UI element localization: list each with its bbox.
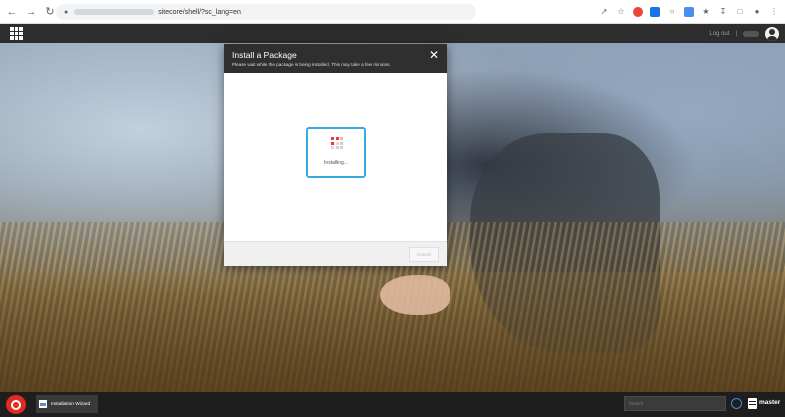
wizard-icon bbox=[39, 400, 47, 408]
address-bar[interactable]: ● sitecore/shell/?sc_lang=en bbox=[56, 4, 476, 20]
database-icon[interactable] bbox=[748, 398, 757, 409]
extension-icons: ↗ ☆ ○ ★ ↧ □ ● ⋮ bbox=[599, 5, 779, 19]
share-icon[interactable]: ↗ bbox=[599, 7, 609, 17]
sidepanel-icon[interactable]: □ bbox=[735, 7, 745, 17]
cancel-button[interactable]: Cancel bbox=[409, 247, 439, 262]
loading-dot bbox=[331, 146, 334, 149]
loading-dot bbox=[331, 137, 334, 140]
reload-icon[interactable]: ↻ bbox=[43, 5, 57, 19]
dialog-body: Installing... bbox=[224, 73, 447, 241]
username-redacted bbox=[743, 30, 759, 37]
profile-icon[interactable]: ● bbox=[752, 7, 762, 17]
loading-dot bbox=[340, 146, 343, 149]
launchpad-grid-icon[interactable] bbox=[10, 27, 23, 40]
loading-dots-icon bbox=[331, 137, 343, 151]
dialog-header: Install a Package Please wait while the … bbox=[224, 44, 447, 73]
extension-blue-icon[interactable] bbox=[684, 7, 694, 17]
globe-icon[interactable] bbox=[731, 398, 742, 409]
taskbar-item-label: Installation Wizard bbox=[51, 401, 91, 407]
loading-dot bbox=[335, 141, 339, 145]
menu-icon[interactable]: ⋮ bbox=[769, 7, 779, 17]
loading-dot bbox=[340, 141, 343, 145]
download-icon[interactable]: ↧ bbox=[718, 7, 728, 17]
extension-red-icon[interactable] bbox=[633, 7, 643, 17]
extension-lock-icon[interactable] bbox=[650, 7, 660, 17]
extension-shield-icon[interactable]: ○ bbox=[667, 7, 677, 17]
loading-dot bbox=[335, 137, 339, 140]
taskbar-search-input[interactable]: Search bbox=[624, 396, 726, 411]
close-icon[interactable]: ✕ bbox=[429, 49, 439, 61]
taskbar-item-installation-wizard[interactable]: Installation Wizard bbox=[36, 395, 98, 413]
forward-icon[interactable]: → bbox=[24, 5, 38, 19]
separator: | bbox=[735, 30, 737, 37]
install-package-dialog: Install a Package Please wait while the … bbox=[224, 44, 447, 266]
dialog-subtitle: Please wait while the package is being i… bbox=[232, 62, 391, 67]
url-host-redacted bbox=[74, 9, 155, 15]
sitecore-topbar: Log out | bbox=[0, 24, 785, 43]
logout-link[interactable]: Log out bbox=[709, 31, 729, 37]
browser-toolbar: ← → ↻ ● sitecore/shell/?sc_lang=en ↗ ☆ ○… bbox=[0, 0, 785, 24]
loading-dot bbox=[335, 146, 339, 149]
progress-label: Installing... bbox=[324, 160, 348, 166]
back-icon[interactable]: ← bbox=[5, 5, 19, 19]
bookmark-star-icon[interactable]: ☆ bbox=[616, 7, 626, 17]
loading-dot bbox=[340, 137, 343, 140]
progress-indicator: Installing... bbox=[306, 127, 366, 178]
dialog-footer: Cancel bbox=[224, 241, 447, 266]
taskbar: Installation Wizard Search master bbox=[0, 392, 785, 417]
background-hand bbox=[380, 275, 450, 315]
url-text: sitecore/shell/?sc_lang=en bbox=[158, 8, 241, 16]
sitecore-start-icon[interactable] bbox=[6, 395, 26, 414]
database-label[interactable]: master bbox=[759, 399, 780, 406]
lock-icon: ● bbox=[64, 8, 69, 16]
topbar-user-area: Log out | bbox=[709, 26, 779, 41]
puzzle-icon[interactable]: ★ bbox=[701, 7, 711, 17]
avatar-icon[interactable] bbox=[765, 26, 779, 41]
dialog-title: Install a Package bbox=[232, 50, 297, 60]
loading-dot bbox=[331, 141, 334, 145]
